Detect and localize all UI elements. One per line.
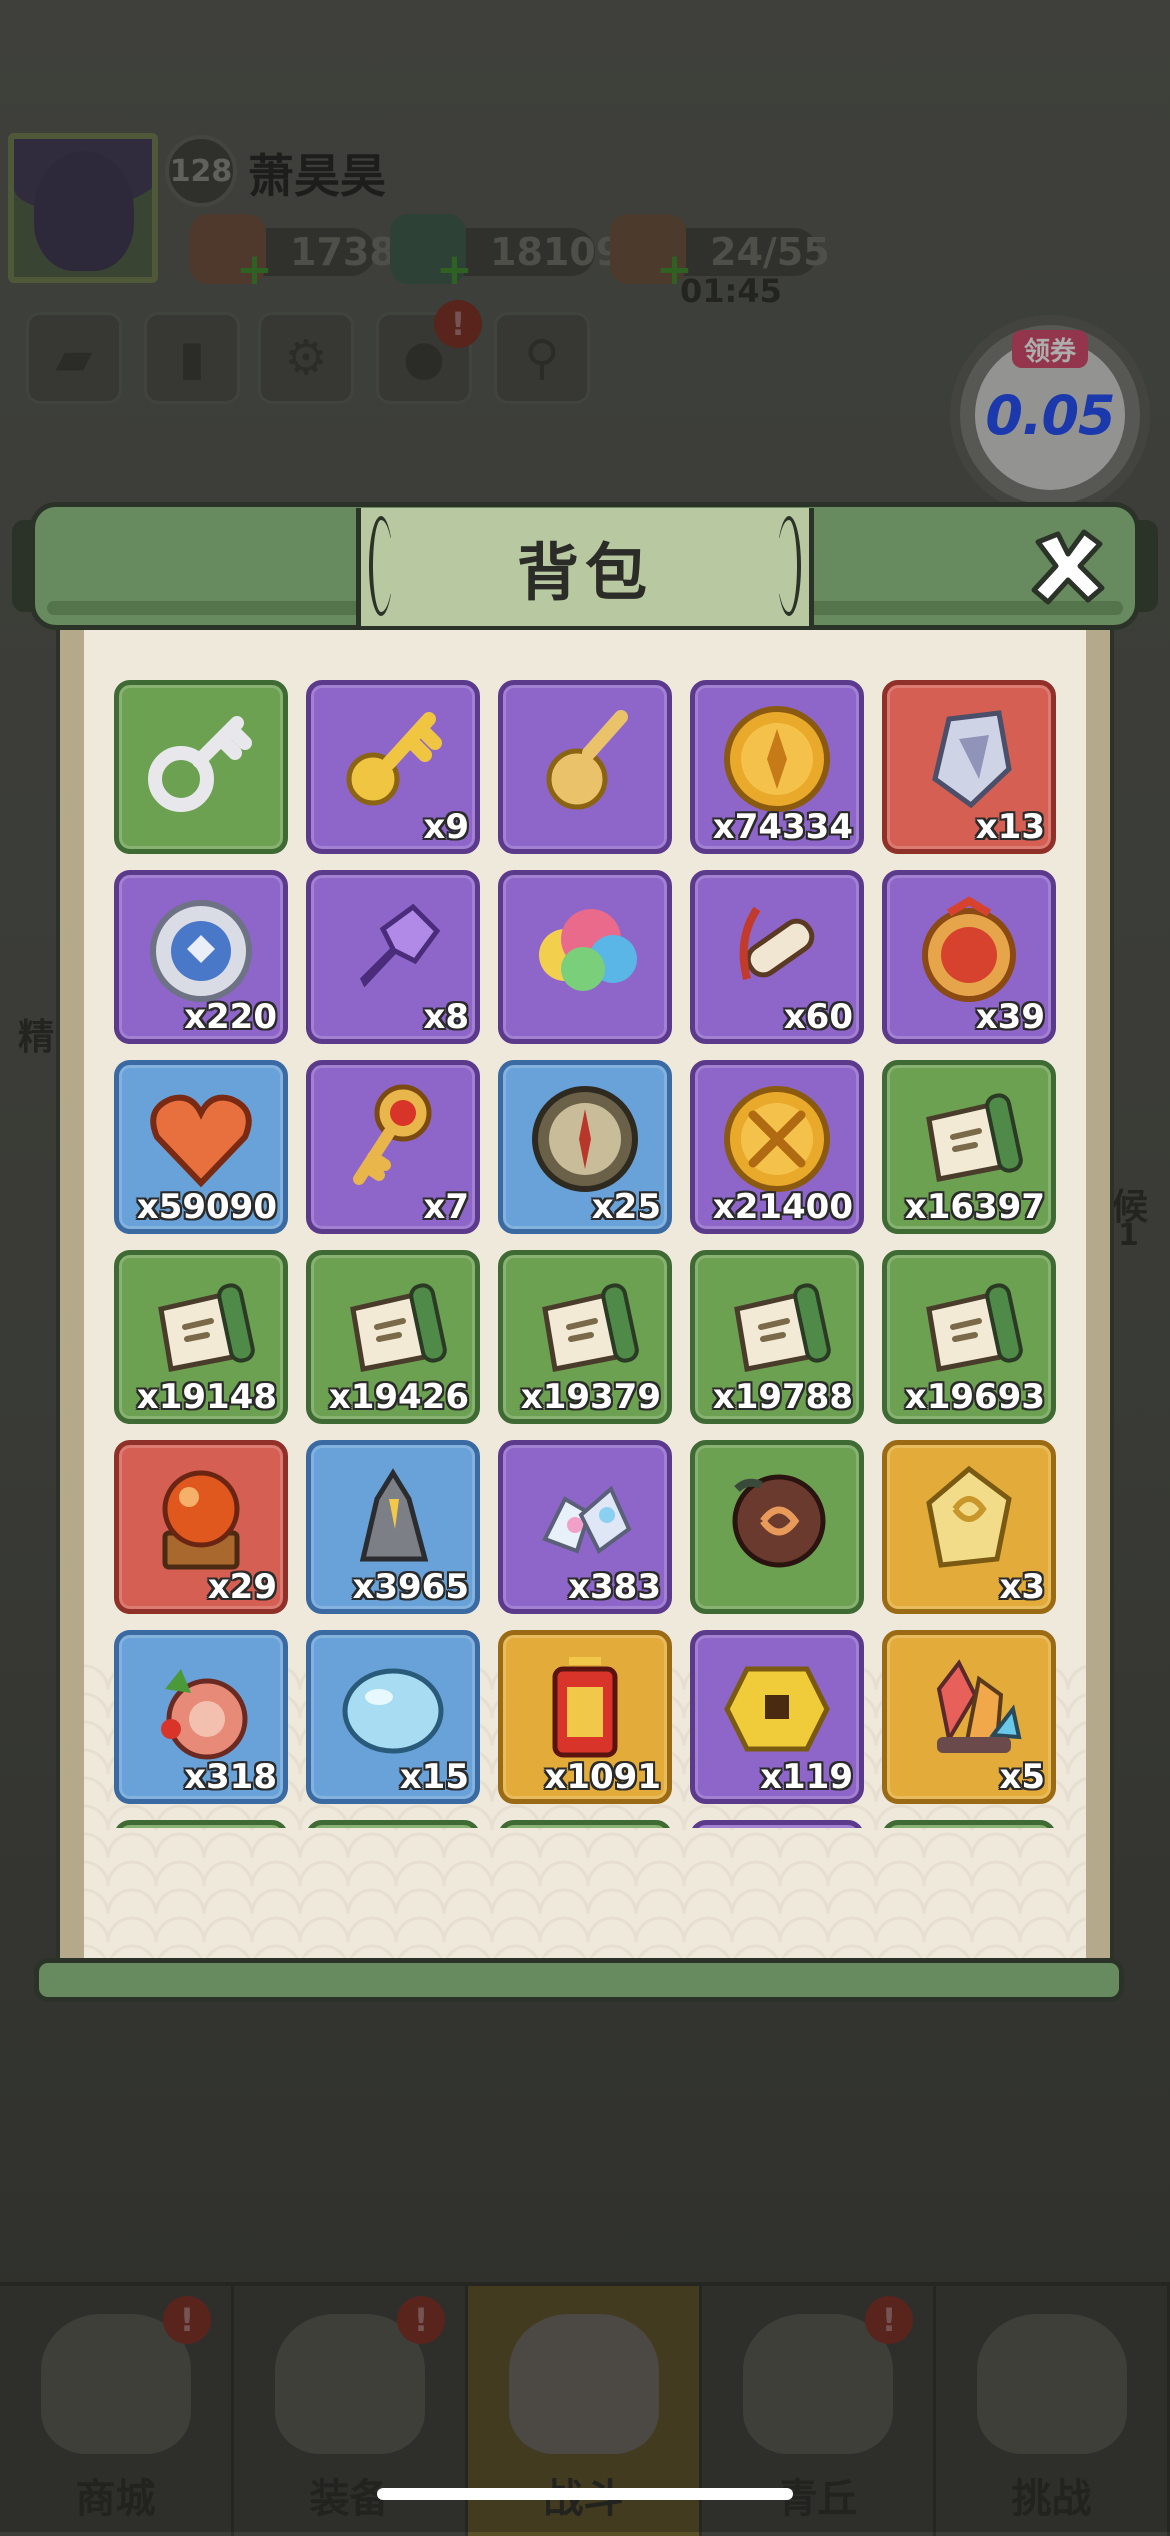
item-quantity: x16397	[904, 1187, 1045, 1227]
item-slot[interactable]: x1091	[498, 1630, 672, 1804]
purple-key-icon	[359, 903, 441, 988]
item-slot[interactable]: x3965	[306, 1440, 480, 1614]
item-slot-partial[interactable]	[114, 1820, 288, 1828]
item-quantity: x3965	[352, 1567, 469, 1607]
water-stone-icon	[342, 1668, 444, 1754]
item-grid-viewport[interactable]: x9 x74334 x13 x220 x8 x60 x39 x59090 x7 x25 x21400…	[56, 628, 1114, 1828]
scroll-icon	[734, 1283, 831, 1372]
scroll-icon	[926, 1283, 1023, 1372]
gold-tile-icon	[724, 1666, 830, 1752]
gold-ornament-key-icon	[546, 710, 628, 810]
points-banner-icon	[552, 1657, 618, 1758]
item-slot[interactable]: x19426	[306, 1250, 480, 1424]
scroll-icon	[350, 1283, 447, 1372]
item-quantity: x60	[783, 997, 853, 1037]
item-quantity: x59090	[136, 1187, 277, 1227]
item-quantity: x7	[423, 1187, 469, 1227]
dragon-jade-icon	[926, 1465, 1012, 1568]
item-quantity: x13	[975, 807, 1045, 847]
scroll-icon	[542, 1283, 639, 1372]
item-quantity: x119	[760, 1757, 853, 1797]
item-quantity: x19379	[520, 1377, 661, 1417]
item-slot[interactable]: x7	[306, 1060, 480, 1234]
item-quantity: x74334	[712, 807, 853, 847]
item-slot[interactable]: x60	[690, 870, 864, 1044]
crystal-shard-icon	[932, 710, 1012, 809]
token-pouch-icon	[922, 896, 1016, 1002]
item-slot[interactable]: x119	[690, 1630, 864, 1804]
item-slot[interactable]	[498, 870, 672, 1044]
item-quantity: x8	[423, 997, 469, 1037]
item-quantity: x318	[184, 1757, 277, 1797]
item-slot[interactable]: x16397	[882, 1060, 1056, 1234]
meat-food-icon	[161, 1669, 248, 1760]
crystal-ball-icon	[162, 1470, 240, 1570]
item-slot[interactable]: x220	[114, 870, 288, 1044]
silver-key-icon	[148, 716, 252, 812]
item-slot[interactable]: x318	[114, 1630, 288, 1804]
home-indicator[interactable]	[377, 2488, 793, 2500]
item-slot[interactable]: x59090	[114, 1060, 288, 1234]
item-slot-partial[interactable]	[690, 1820, 864, 1828]
modal-title: 背包	[516, 536, 653, 609]
item-slot[interactable]: x8	[306, 870, 480, 1044]
silver-medal-icon	[150, 900, 252, 1002]
item-quantity: x19426	[328, 1377, 469, 1417]
item-quantity: x39	[975, 997, 1045, 1037]
item-slot[interactable]: x19148	[114, 1250, 288, 1424]
item-slot[interactable]: x9	[306, 680, 480, 854]
item-quantity: x5	[999, 1757, 1045, 1797]
item-quantity: x29	[207, 1567, 277, 1607]
item-quantity: x15	[399, 1757, 469, 1797]
item-quantity: x383	[568, 1567, 661, 1607]
close-x-icon	[1031, 529, 1105, 605]
item-slot[interactable]: x19693	[882, 1250, 1056, 1424]
scroll-icon	[158, 1283, 255, 1372]
item-slot[interactable]: x383	[498, 1440, 672, 1614]
item-slot[interactable]: x13	[882, 680, 1056, 854]
item-slot[interactable]	[498, 680, 672, 854]
scroll-bottom-rod	[34, 1958, 1124, 2002]
item-slot[interactable]	[114, 680, 288, 854]
item-quantity: x3	[999, 1567, 1045, 1607]
item-slot[interactable]: x29	[114, 1440, 288, 1614]
spirit-orb-icon	[732, 1474, 826, 1568]
compass-icon	[532, 1086, 638, 1192]
item-slot[interactable]	[690, 1440, 864, 1614]
item-slot[interactable]: x39	[882, 870, 1056, 1044]
gold-key-icon	[346, 712, 442, 806]
battle-coin-icon	[724, 1086, 830, 1192]
item-slot[interactable]: x15	[306, 1630, 480, 1804]
item-quantity: x1091	[544, 1757, 661, 1797]
item-grid: x9 x74334 x13 x220 x8 x60 x39 x59090 x7 x25 x21400…	[114, 680, 1056, 1828]
item-slot[interactable]: x21400	[690, 1060, 864, 1234]
item-slot[interactable]: x19788	[690, 1250, 864, 1424]
rainbow-crystal-icon	[936, 1659, 1022, 1753]
scroll-icon	[926, 1093, 1023, 1182]
item-quantity: x19693	[904, 1377, 1045, 1417]
close-button[interactable]	[1024, 522, 1112, 610]
rainbow-cloud-icon	[539, 909, 637, 991]
item-slot[interactable]: x3	[882, 1440, 1056, 1614]
item-slot[interactable]: x74334	[690, 680, 864, 854]
item-slot[interactable]: x25	[498, 1060, 672, 1234]
ore-crystal-icon	[359, 1468, 429, 1562]
item-slot-partial[interactable]	[306, 1820, 480, 1828]
gem-pile-icon	[542, 1485, 632, 1555]
item-slot[interactable]: x19379	[498, 1250, 672, 1424]
item-quantity: x9	[423, 807, 469, 847]
item-quantity: x21400	[712, 1187, 853, 1227]
item-slot[interactable]: x5	[882, 1630, 1056, 1804]
item-slot-partial[interactable]	[498, 1820, 672, 1828]
item-quantity: x220	[184, 997, 277, 1037]
gold-coin-icon	[724, 706, 830, 812]
item-quantity: x19148	[136, 1377, 277, 1417]
heart-icon	[150, 1094, 252, 1188]
item-quantity: x25	[591, 1187, 661, 1227]
item-quantity: x19788	[712, 1377, 853, 1417]
ruby-key-icon	[353, 1084, 432, 1185]
item-slot-partial[interactable]	[882, 1820, 1056, 1828]
scroll-tassel-icon	[739, 906, 815, 980]
